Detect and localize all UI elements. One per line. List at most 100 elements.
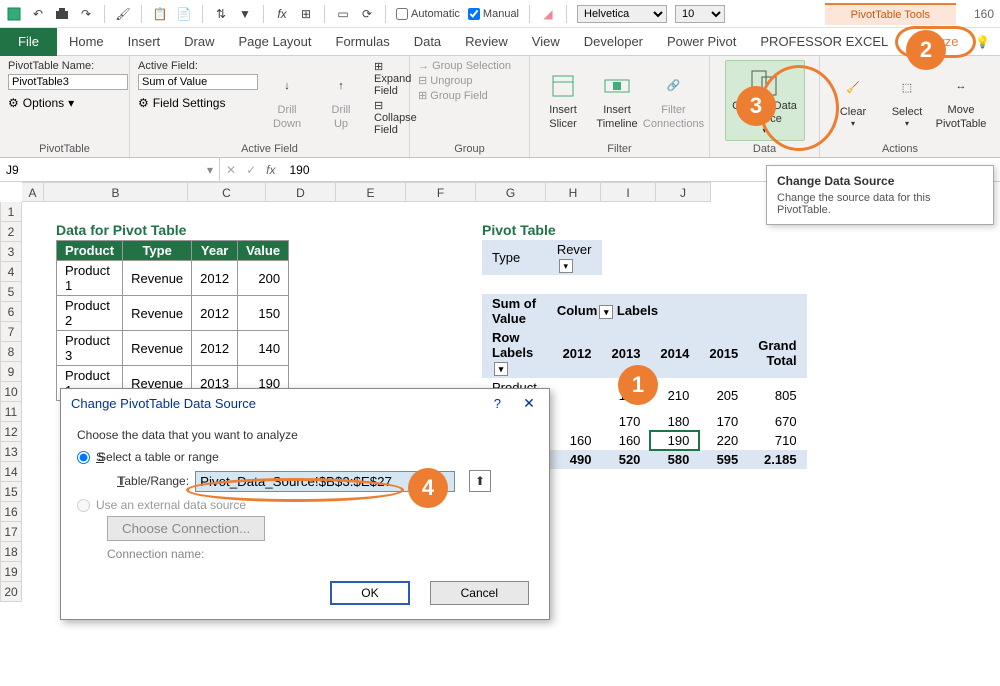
data-cell[interactable]: 2012 bbox=[192, 261, 238, 296]
row-header-16[interactable]: 16 bbox=[0, 502, 22, 522]
pivot-cell[interactable] bbox=[547, 378, 602, 412]
pivot-cell[interactable]: 490 bbox=[547, 450, 602, 469]
fx-label-icon[interactable]: fx bbox=[266, 163, 275, 177]
options-button[interactable]: Options bbox=[23, 96, 64, 110]
pivot-cell[interactable]: 220 bbox=[699, 431, 748, 450]
row-header-4[interactable]: 4 bbox=[0, 262, 22, 282]
pivot-cell[interactable]: Type bbox=[482, 240, 547, 275]
automatic-checkbox[interactable]: Automatic bbox=[396, 8, 460, 20]
row-header-9[interactable]: 9 bbox=[0, 362, 22, 382]
pivot-name-input[interactable] bbox=[8, 74, 128, 90]
field-settings-button[interactable]: Field Settings bbox=[153, 96, 226, 110]
row-header-6[interactable]: 6 bbox=[0, 302, 22, 322]
col-header-D[interactable]: D bbox=[266, 182, 336, 202]
tab-insert[interactable]: Insert bbox=[116, 28, 173, 56]
data-cell[interactable]: 140 bbox=[238, 331, 289, 366]
row-header-15[interactable]: 15 bbox=[0, 482, 22, 502]
pivot-cell[interactable]: Colum▾ Labels bbox=[547, 294, 807, 328]
font-select[interactable]: Helvetica bbox=[577, 5, 667, 23]
briefcase-icon[interactable] bbox=[54, 6, 70, 22]
dialog-help-icon[interactable]: ? bbox=[494, 396, 501, 411]
drill-down-button[interactable]: ↓Drill Down bbox=[262, 60, 312, 141]
pivot-cell[interactable]: Row Labels ▾ bbox=[482, 328, 547, 378]
insert-slicer-button[interactable]: Insert Slicer bbox=[538, 60, 588, 141]
undo-icon[interactable]: ↶ bbox=[30, 6, 46, 22]
data-cell[interactable]: Product 2 bbox=[57, 296, 123, 331]
pivot-cell[interactable]: 180 bbox=[650, 412, 699, 431]
row-header-8[interactable]: 8 bbox=[0, 342, 22, 362]
col-header-B[interactable]: B bbox=[44, 182, 188, 202]
filter-connections-button[interactable]: 🔗Filter Connections bbox=[646, 60, 701, 141]
pivot-cell[interactable]: 580 bbox=[650, 450, 699, 469]
active-field-input[interactable] bbox=[138, 74, 258, 90]
filter-icon[interactable]: ▾ bbox=[559, 259, 573, 273]
fx-icon[interactable]: fx bbox=[274, 6, 290, 22]
insert-timeline-button[interactable]: Insert Timeline bbox=[592, 60, 642, 141]
pivot-cell[interactable] bbox=[482, 275, 547, 294]
col-header-J[interactable]: J bbox=[656, 182, 711, 202]
data-cell[interactable]: Product 1 bbox=[57, 261, 123, 296]
pivot-cell[interactable]: 2015 bbox=[699, 328, 748, 378]
pivot-cell[interactable]: Grand Total bbox=[748, 328, 806, 378]
tab-review[interactable]: Review bbox=[453, 28, 520, 56]
paste-icon[interactable]: 📄 bbox=[176, 6, 192, 22]
select-table-radio[interactable]: SSelect a table or range bbox=[77, 450, 533, 464]
col-header-F[interactable]: F bbox=[406, 182, 476, 202]
data-cell[interactable]: 200 bbox=[238, 261, 289, 296]
data-cell[interactable]: Product 3 bbox=[57, 331, 123, 366]
pivot-cell[interactable]: 595 bbox=[699, 450, 748, 469]
pivot-cell[interactable]: 2012 bbox=[547, 328, 602, 378]
clear-button[interactable]: 🧹Clear▾ bbox=[828, 60, 878, 141]
tab-power-pivot[interactable]: Power Pivot bbox=[655, 28, 748, 56]
formula-input[interactable] bbox=[285, 163, 685, 177]
cancel-formula-icon[interactable]: ✕ bbox=[226, 163, 236, 177]
pivot-cell[interactable]: 160 bbox=[547, 431, 602, 450]
paint-icon[interactable]: 🖌 bbox=[115, 6, 131, 22]
pivot-cell[interactable]: 2014 bbox=[650, 328, 699, 378]
tab-file[interactable]: File bbox=[0, 28, 57, 56]
tab-view[interactable]: View bbox=[520, 28, 572, 56]
dialog-close-icon[interactable]: ✕ bbox=[519, 395, 539, 412]
data-cell[interactable]: 2012 bbox=[192, 331, 238, 366]
data-cell[interactable]: Revenue bbox=[123, 331, 192, 366]
drill-up-button[interactable]: ↑Drill Up bbox=[316, 60, 366, 141]
pivot-cell[interactable]: 2.185 bbox=[748, 450, 806, 469]
group-selection-button[interactable]: → Group Selection bbox=[418, 60, 511, 72]
tab-formulas[interactable]: Formulas bbox=[324, 28, 402, 56]
pivot-cell[interactable] bbox=[547, 412, 602, 431]
row-header-14[interactable]: 14 bbox=[0, 462, 22, 482]
name-box-input[interactable] bbox=[6, 163, 207, 177]
pivot-cell[interactable]: 805 bbox=[748, 378, 806, 412]
col-header-I[interactable]: I bbox=[601, 182, 656, 202]
eraser-icon[interactable]: ◢ bbox=[540, 6, 556, 22]
tab-developer[interactable]: Developer bbox=[572, 28, 655, 56]
ok-button[interactable]: OK bbox=[330, 581, 409, 605]
row-header-20[interactable]: 20 bbox=[0, 582, 22, 602]
pivot-cell[interactable]: 160 bbox=[602, 431, 651, 450]
tab-home[interactable]: Home bbox=[57, 28, 116, 56]
row-header-12[interactable]: 12 bbox=[0, 422, 22, 442]
data-cell[interactable]: Revenue bbox=[123, 296, 192, 331]
select-button[interactable]: ⬚Select▾ bbox=[882, 60, 932, 141]
row-header-18[interactable]: 18 bbox=[0, 542, 22, 562]
col-header-H[interactable]: H bbox=[546, 182, 601, 202]
ungroup-button[interactable]: ⊟ Ungroup bbox=[418, 74, 511, 87]
grid-icon[interactable]: ⊞ bbox=[298, 6, 314, 22]
merge-icon[interactable]: ▭ bbox=[335, 6, 351, 22]
tab-data[interactable]: Data bbox=[402, 28, 453, 56]
sort-icon[interactable]: ⇅ bbox=[213, 6, 229, 22]
row-header-2[interactable]: 2 bbox=[0, 222, 22, 242]
col-header-A[interactable]: A bbox=[22, 182, 44, 202]
save-icon[interactable] bbox=[6, 6, 22, 22]
pivot-cell[interactable]: 710 bbox=[748, 431, 806, 450]
col-header-G[interactable]: G bbox=[476, 182, 546, 202]
manual-checkbox[interactable]: Manual bbox=[468, 8, 519, 20]
tell-me-icon[interactable]: 💡 bbox=[975, 35, 990, 49]
pivot-cell[interactable]: 170 bbox=[602, 412, 651, 431]
row-header-5[interactable]: 5 bbox=[0, 282, 22, 302]
row-header-3[interactable]: 3 bbox=[0, 242, 22, 262]
row-header-13[interactable]: 13 bbox=[0, 442, 22, 462]
col-header-E[interactable]: E bbox=[336, 182, 406, 202]
row-header-11[interactable]: 11 bbox=[0, 402, 22, 422]
pivot-cell[interactable]: 170 bbox=[699, 412, 748, 431]
